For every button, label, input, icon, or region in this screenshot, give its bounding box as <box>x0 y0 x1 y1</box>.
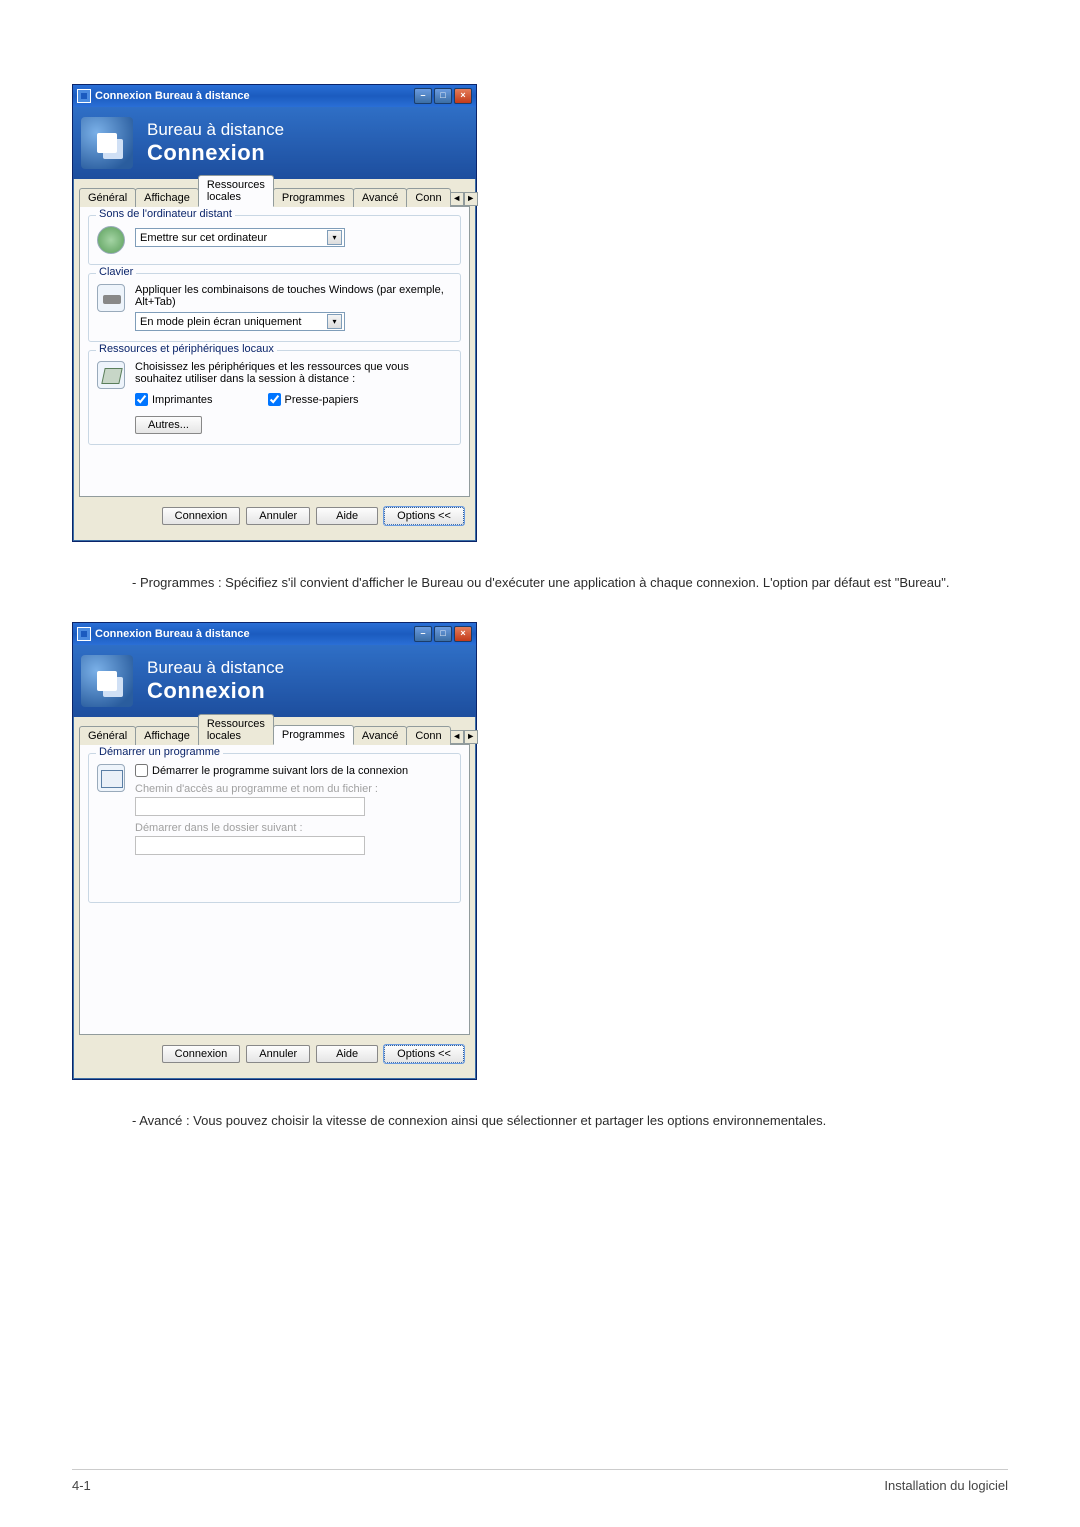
start-program-checkbox-input[interactable] <box>135 764 148 777</box>
group-start-program: Démarrer un programme Démarrer le progra… <box>88 753 461 903</box>
rdp-window-programmes: Connexion Bureau à distance – □ × Bureau… <box>72 622 477 1080</box>
more-button[interactable]: Autres... <box>135 416 202 434</box>
button-bar: Connexion Annuler Aide Options << <box>79 1035 470 1073</box>
keyboard-icon <box>97 284 125 312</box>
tab-conn[interactable]: Conn <box>406 726 450 745</box>
help-button[interactable]: Aide <box>316 1045 378 1063</box>
banner-line2: Connexion <box>147 678 284 704</box>
tab-scroll-left-icon[interactable]: ◄ <box>450 730 464 744</box>
rdp-icon <box>81 655 133 707</box>
keyboard-select[interactable]: En mode plein écran uniquement ▾ <box>135 312 345 331</box>
app-icon <box>77 627 91 641</box>
connect-button[interactable]: Connexion <box>162 507 241 525</box>
footer-left: 4-1 <box>72 1478 91 1493</box>
button-bar: Connexion Annuler Aide Options << <box>79 497 470 535</box>
tab-avance[interactable]: Avancé <box>353 726 408 745</box>
start-program-checkbox[interactable]: Démarrer le programme suivant lors de la… <box>135 764 452 777</box>
footer-right: Installation du logiciel <box>884 1478 1008 1493</box>
window-title: Connexion Bureau à distance <box>95 90 414 102</box>
start-folder-label: Démarrer dans le dossier suivant : <box>135 822 452 834</box>
tab-ressources[interactable]: Ressources locales <box>198 714 274 745</box>
banner: Bureau à distance Connexion <box>73 645 476 717</box>
rdp-icon <box>81 117 133 169</box>
chevron-down-icon: ▾ <box>327 314 342 329</box>
tab-scroll-right-icon[interactable]: ► <box>464 730 478 744</box>
tab-panel-programmes: Démarrer un programme Démarrer le progra… <box>79 745 470 1035</box>
cancel-button[interactable]: Annuler <box>246 507 310 525</box>
minimize-button[interactable]: – <box>414 626 432 642</box>
printers-checkbox[interactable]: Imprimantes <box>135 393 213 406</box>
group-keyboard-label: Clavier <box>96 266 136 278</box>
printers-checkbox-input[interactable] <box>135 393 148 406</box>
group-devices-label: Ressources et périphériques locaux <box>96 343 277 355</box>
caption-programmes: - Programmes : Spécifiez s'il convient d… <box>132 574 1008 592</box>
close-button[interactable]: × <box>454 626 472 642</box>
printers-checkbox-label: Imprimantes <box>152 394 213 406</box>
keyboard-desc: Appliquer les combinaisons de touches Wi… <box>135 284 452 308</box>
start-folder-field[interactable] <box>135 836 365 855</box>
maximize-button[interactable]: □ <box>434 626 452 642</box>
program-icon <box>97 764 125 792</box>
caption-avance: - Avancé : Vous pouvez choisir la vitess… <box>132 1112 1008 1130</box>
rdp-window-resources: Connexion Bureau à distance – □ × Bureau… <box>72 84 477 542</box>
tab-affichage[interactable]: Affichage <box>135 188 199 207</box>
app-icon <box>77 89 91 103</box>
tab-scroll-left-icon[interactable]: ◄ <box>450 192 464 206</box>
clipboard-checkbox-input[interactable] <box>268 393 281 406</box>
window-title: Connexion Bureau à distance <box>95 628 414 640</box>
tab-avance[interactable]: Avancé <box>353 188 408 207</box>
group-sound-label: Sons de l'ordinateur distant <box>96 208 235 220</box>
chevron-down-icon: ▾ <box>327 230 342 245</box>
tab-general[interactable]: Général <box>79 188 136 207</box>
program-path-field[interactable] <box>135 797 365 816</box>
devices-desc: Choisissez les périphériques et les ress… <box>135 361 452 385</box>
banner-line2: Connexion <box>147 140 284 166</box>
titlebar[interactable]: Connexion Bureau à distance – □ × <box>73 85 476 107</box>
group-keyboard: Clavier Appliquer les combinaisons de to… <box>88 273 461 342</box>
sound-select-value: Emettre sur cet ordinateur <box>140 232 267 244</box>
start-program-checkbox-label: Démarrer le programme suivant lors de la… <box>152 765 408 777</box>
banner: Bureau à distance Connexion <box>73 107 476 179</box>
tab-affichage[interactable]: Affichage <box>135 726 199 745</box>
group-devices: Ressources et périphériques locaux Chois… <box>88 350 461 445</box>
group-start-program-label: Démarrer un programme <box>96 746 223 758</box>
keyboard-select-value: En mode plein écran uniquement <box>140 316 301 328</box>
clipboard-checkbox[interactable]: Presse-papiers <box>268 393 359 406</box>
titlebar[interactable]: Connexion Bureau à distance – □ × <box>73 623 476 645</box>
tab-conn[interactable]: Conn <box>406 188 450 207</box>
connect-button[interactable]: Connexion <box>162 1045 241 1063</box>
banner-line1: Bureau à distance <box>147 658 284 678</box>
tab-programmes[interactable]: Programmes <box>273 725 354 745</box>
cancel-button[interactable]: Annuler <box>246 1045 310 1063</box>
program-path-label: Chemin d'accès au programme et nom du fi… <box>135 783 452 795</box>
tab-scroll-right-icon[interactable]: ► <box>464 192 478 206</box>
tabstrip: Général Affichage Ressources locales Pro… <box>79 723 470 745</box>
tab-general[interactable]: Général <box>79 726 136 745</box>
minimize-button[interactable]: – <box>414 88 432 104</box>
options-button[interactable]: Options << <box>384 507 464 525</box>
tab-programmes[interactable]: Programmes <box>273 188 354 207</box>
close-button[interactable]: × <box>454 88 472 104</box>
tab-panel-ressources: Sons de l'ordinateur distant Emettre sur… <box>79 207 470 497</box>
options-button[interactable]: Options << <box>384 1045 464 1063</box>
devices-icon <box>97 361 125 389</box>
group-sound: Sons de l'ordinateur distant Emettre sur… <box>88 215 461 265</box>
maximize-button[interactable]: □ <box>434 88 452 104</box>
banner-line1: Bureau à distance <box>147 120 284 140</box>
tabstrip: Général Affichage Ressources locales Pro… <box>79 185 470 207</box>
sound-select[interactable]: Emettre sur cet ordinateur ▾ <box>135 228 345 247</box>
sound-icon <box>97 226 125 254</box>
tab-ressources[interactable]: Ressources locales <box>198 175 274 207</box>
clipboard-checkbox-label: Presse-papiers <box>285 394 359 406</box>
help-button[interactable]: Aide <box>316 507 378 525</box>
page-footer: 4-1 Installation du logiciel <box>72 1469 1008 1493</box>
